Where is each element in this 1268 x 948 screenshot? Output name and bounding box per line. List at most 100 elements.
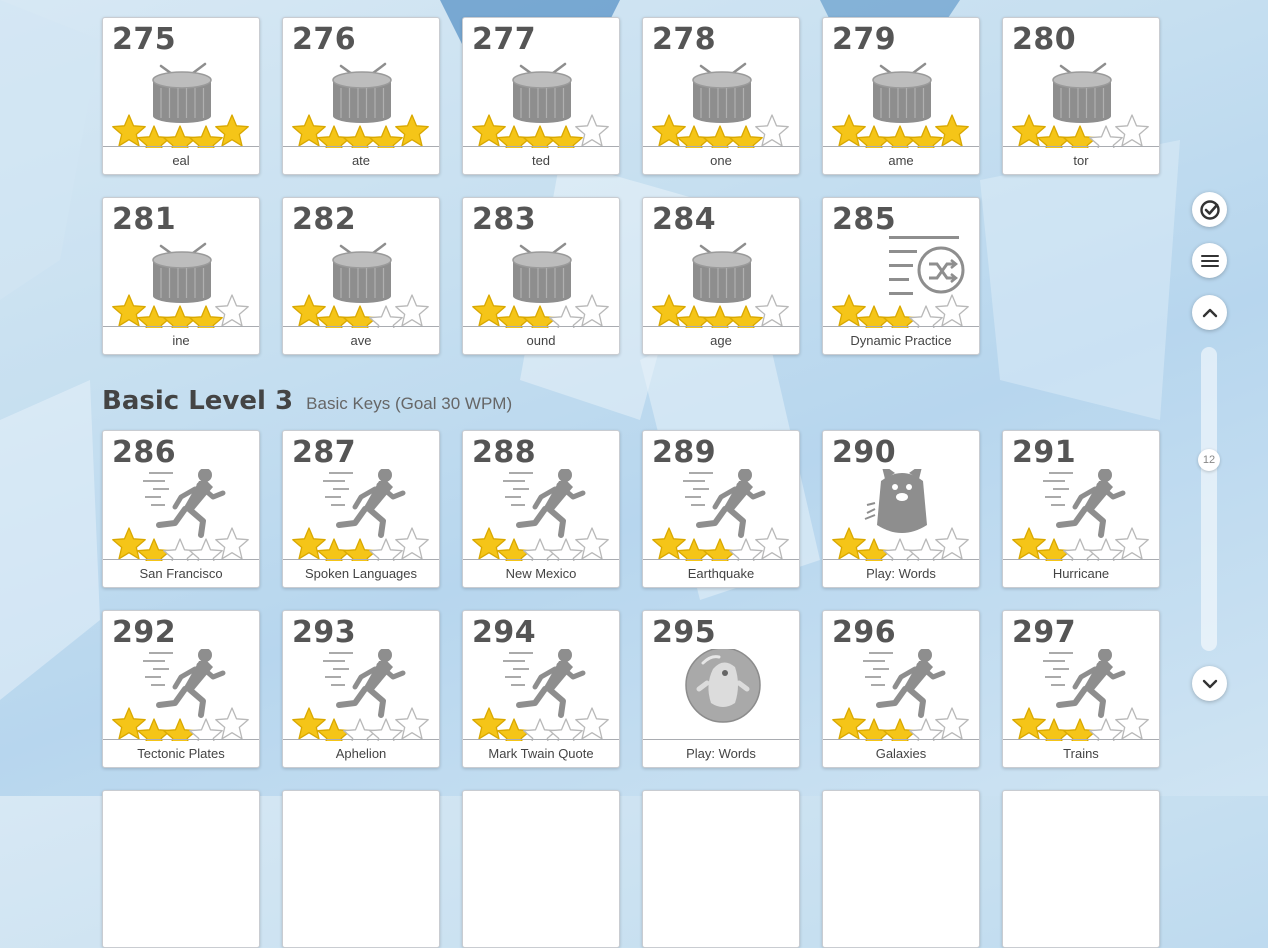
lesson-art	[652, 469, 789, 561]
section-title: Basic Level 3	[102, 386, 294, 416]
star-filled-icon	[472, 707, 506, 740]
lesson-number: 286	[112, 435, 177, 470]
lesson-card[interactable]: 290 Play: Words	[822, 430, 980, 588]
star-filled-icon	[652, 294, 686, 327]
lesson-art	[1012, 62, 1149, 148]
lesson-art	[472, 649, 609, 741]
drum-icon	[332, 62, 392, 123]
lesson-art	[652, 242, 789, 328]
lesson-number: 277	[472, 22, 537, 57]
lesson-title: Galaxies	[823, 739, 979, 767]
star-filled-icon	[832, 114, 866, 147]
lesson-title: ame	[823, 146, 979, 174]
lesson-art	[472, 242, 609, 328]
lesson-card[interactable]: 275 eal	[102, 17, 260, 175]
star-filled-icon	[1012, 707, 1046, 740]
lesson-number: 289	[652, 435, 717, 470]
drum-icon	[1052, 62, 1112, 123]
lesson-card[interactable]: 295 Play: Words	[642, 610, 800, 768]
star-filled-icon	[292, 294, 326, 327]
progress-button[interactable]	[1192, 192, 1227, 227]
lesson-art	[112, 242, 249, 328]
lesson-card-partial[interactable]	[1002, 790, 1160, 948]
lesson-art	[652, 62, 789, 148]
lesson-title: San Francisco	[103, 559, 259, 587]
lesson-card[interactable]: 279 ame	[822, 17, 980, 175]
lesson-card[interactable]: 287 Spoken Languages	[282, 430, 440, 588]
scroll-position-indicator[interactable]: 12	[1198, 449, 1220, 471]
drum-icon	[332, 242, 392, 303]
runner-icon	[323, 469, 406, 538]
lesson-card[interactable]: 288 New Mexico	[462, 430, 620, 588]
star-empty-icon	[1089, 125, 1123, 148]
scroll-down-button[interactable]	[1192, 666, 1227, 701]
lesson-card[interactable]: 277 ted	[462, 17, 620, 175]
star-filled-icon	[832, 527, 866, 560]
runner-icon	[1043, 649, 1126, 718]
lesson-card[interactable]: 293 Aphelion	[282, 610, 440, 768]
lesson-card[interactable]: 289 Earthquake	[642, 430, 800, 588]
lesson-card[interactable]: 282 ave	[282, 197, 440, 355]
lesson-card[interactable]: 281 ine	[102, 197, 260, 355]
star-filled-icon	[472, 114, 506, 147]
lesson-art	[832, 236, 969, 328]
lesson-card-partial[interactable]	[102, 790, 260, 948]
star-empty-icon	[369, 718, 403, 741]
star-empty-icon	[935, 294, 969, 327]
lesson-art	[292, 62, 429, 148]
menu-button[interactable]	[1192, 243, 1227, 278]
lesson-card[interactable]: 297 Trains	[1002, 610, 1160, 768]
star-filled-icon	[832, 707, 866, 740]
lesson-card[interactable]: 276 ate	[282, 17, 440, 175]
lesson-card-partial[interactable]	[642, 790, 800, 948]
star-empty-icon	[755, 294, 789, 327]
lesson-number: 284	[652, 202, 717, 237]
lesson-art	[1012, 469, 1149, 561]
runner-icon	[323, 649, 406, 718]
lesson-art	[1012, 649, 1149, 741]
lesson-card-partial[interactable]	[282, 790, 440, 948]
lesson-card-partial[interactable]	[822, 790, 980, 948]
lesson-card[interactable]: 291 Hurricane	[1002, 430, 1160, 588]
star-filled-icon	[935, 114, 969, 147]
drum-icon	[512, 242, 572, 303]
lesson-number: 275	[112, 22, 177, 57]
star-rating	[112, 707, 249, 741]
lesson-card[interactable]: 285 Dynamic Practice	[822, 197, 980, 355]
lesson-art	[292, 649, 429, 741]
runner-icon	[1043, 469, 1126, 538]
star-empty-icon	[189, 538, 223, 561]
lesson-title: ound	[463, 326, 619, 354]
star-filled-icon	[549, 125, 583, 148]
drum-icon	[152, 242, 212, 303]
star-empty-icon	[549, 305, 583, 328]
lesson-card[interactable]: 286 San Francisco	[102, 430, 260, 588]
lesson-art	[292, 242, 429, 328]
lesson-card[interactable]: 296 Galaxies	[822, 610, 980, 768]
lesson-card[interactable]: 292 Tectonic Plates	[102, 610, 260, 768]
lesson-title: Earthquake	[643, 559, 799, 587]
lesson-number: 287	[292, 435, 357, 470]
star-empty-icon	[1115, 114, 1149, 147]
lesson-card[interactable]: 278 one	[642, 17, 800, 175]
lesson-card[interactable]: 294 Mark Twain Quote	[462, 610, 620, 768]
lesson-number: 276	[292, 22, 357, 57]
star-filled-icon	[832, 294, 866, 327]
star-empty-icon	[369, 305, 403, 328]
star-empty-icon	[215, 707, 249, 740]
lesson-card[interactable]: 280 tor	[1002, 17, 1160, 175]
lesson-art	[472, 62, 609, 148]
lesson-card[interactable]: 283 ound	[462, 197, 620, 355]
lesson-card-partial[interactable]	[462, 790, 620, 948]
lesson-title: Trains	[1003, 739, 1159, 767]
star-empty-icon	[575, 294, 609, 327]
star-empty-icon	[549, 718, 583, 741]
star-filled-icon	[1012, 527, 1046, 560]
monster-icon	[864, 469, 927, 533]
lesson-card[interactable]: 284 age	[642, 197, 800, 355]
runner-icon	[143, 469, 226, 538]
runner-icon	[143, 649, 226, 718]
scroll-track[interactable]	[1201, 347, 1217, 651]
lesson-number: 291	[1012, 435, 1077, 470]
scroll-up-button[interactable]	[1192, 295, 1227, 330]
